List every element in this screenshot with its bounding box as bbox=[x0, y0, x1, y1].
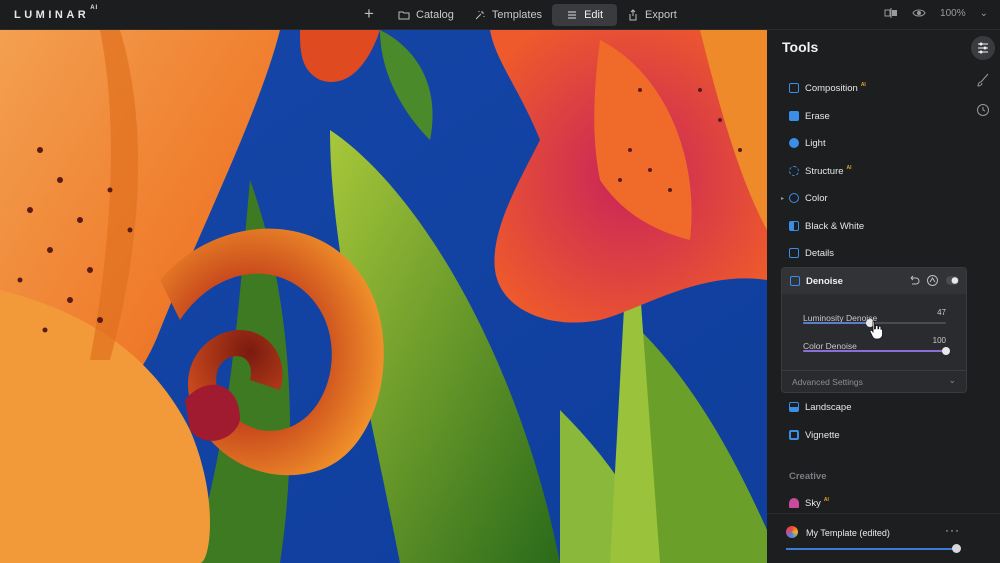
panel-rail bbox=[966, 30, 1000, 563]
lily-photo bbox=[0, 30, 767, 563]
tab-export[interactable]: Export bbox=[617, 4, 687, 26]
denoise-icon bbox=[790, 276, 800, 286]
slider-knob[interactable] bbox=[942, 347, 950, 355]
add-button[interactable]: + bbox=[358, 4, 380, 26]
more-icon[interactable]: ··· bbox=[945, 523, 960, 537]
preset-icon[interactable] bbox=[926, 274, 939, 287]
tab-catalog[interactable]: Catalog bbox=[388, 4, 464, 26]
chevron-down-icon[interactable]: ⌄ bbox=[980, 8, 988, 19]
section-creative: Creative bbox=[789, 471, 827, 482]
slider-fill bbox=[803, 322, 871, 324]
structure-icon bbox=[789, 166, 799, 176]
main-nav: + Catalog Templates Edit Export bbox=[358, 4, 687, 26]
color-icon bbox=[789, 193, 799, 203]
template-amount-slider[interactable] bbox=[786, 544, 961, 553]
eraser-icon bbox=[789, 111, 799, 121]
tab-templates[interactable]: Templates bbox=[464, 4, 552, 26]
sun-icon bbox=[789, 138, 799, 148]
tool-sky[interactable]: Sky AI bbox=[781, 492, 967, 514]
tool-vignette[interactable]: Vignette bbox=[781, 424, 967, 446]
panel-title: Tools bbox=[782, 39, 819, 55]
vignette-icon bbox=[789, 430, 799, 440]
eye-icon[interactable] bbox=[912, 6, 926, 20]
tool-structure[interactable]: Structure AI bbox=[781, 160, 967, 182]
advanced-settings[interactable]: Advanced Settings ⌄ bbox=[782, 370, 966, 392]
landscape-icon bbox=[789, 402, 799, 412]
history-tab[interactable] bbox=[971, 98, 995, 122]
template-name[interactable]: My Template (edited) bbox=[806, 528, 890, 538]
crop-icon bbox=[789, 83, 799, 93]
brush-tab[interactable] bbox=[971, 68, 995, 92]
brush-icon bbox=[977, 73, 989, 87]
tools-panel: Tools Composition AI Erase Light Structur… bbox=[767, 30, 1000, 563]
app-logo: LUMINARAI bbox=[14, 5, 99, 21]
slider-fill bbox=[786, 548, 956, 550]
sparkle-icon bbox=[475, 11, 485, 20]
visibility-toggle-icon[interactable] bbox=[945, 274, 960, 287]
tool-landscape[interactable]: Landscape bbox=[781, 396, 967, 418]
sky-icon bbox=[789, 498, 799, 508]
arrow-icon: ▸ bbox=[781, 195, 785, 202]
compare-icon[interactable] bbox=[884, 6, 898, 20]
chevron-down-icon: ⌄ bbox=[948, 375, 956, 385]
share-icon bbox=[629, 9, 637, 21]
tool-black-white[interactable]: Black & White bbox=[781, 215, 967, 237]
bw-icon bbox=[789, 221, 799, 231]
template-bar: My Template (edited) ··· bbox=[767, 513, 1000, 563]
tool-composition[interactable]: Composition AI bbox=[781, 77, 967, 99]
top-bar: LUMINARAI + Catalog Templates Edit Expor… bbox=[0, 0, 1000, 30]
mouse-cursor-icon bbox=[869, 320, 883, 340]
sliders-icon bbox=[568, 11, 577, 19]
photo-canvas[interactable] bbox=[0, 30, 767, 563]
folder-icon bbox=[398, 11, 410, 20]
tool-light[interactable]: Light bbox=[781, 132, 967, 154]
zoom-level[interactable]: 100% bbox=[940, 8, 966, 19]
view-controls: 100% ⌄ bbox=[884, 6, 988, 20]
tab-edit[interactable]: Edit bbox=[552, 4, 618, 26]
slider-track[interactable] bbox=[803, 347, 950, 355]
tool-erase[interactable]: Erase bbox=[781, 105, 967, 127]
clock-icon bbox=[977, 104, 989, 116]
undo-icon[interactable] bbox=[907, 274, 920, 287]
details-icon bbox=[789, 248, 799, 258]
template-icon bbox=[786, 526, 798, 538]
denoise-actions bbox=[907, 274, 960, 287]
slider-fill bbox=[803, 350, 946, 352]
tools-tab[interactable] bbox=[971, 36, 995, 60]
tool-details[interactable]: Details bbox=[781, 242, 967, 264]
sliders-icon bbox=[978, 42, 988, 54]
slider-knob[interactable] bbox=[951, 544, 961, 553]
denoise-header[interactable]: Denoise bbox=[782, 268, 966, 294]
tool-color[interactable]: ▸ Color bbox=[781, 187, 967, 209]
